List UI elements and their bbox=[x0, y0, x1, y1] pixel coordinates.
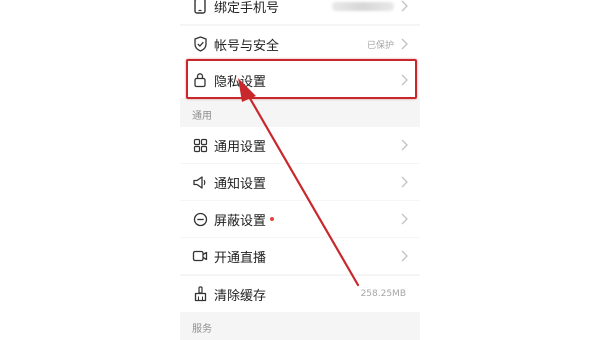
settings-screen: 绑定手机号 帐号与安全 已保护 隐私设置 通用 通用设置 通知设置 屏蔽设置 开… bbox=[180, 0, 420, 340]
chevron-right-icon bbox=[400, 175, 408, 189]
notification-dot bbox=[270, 217, 275, 221]
settings-item-label: 屏蔽设置 bbox=[214, 210, 275, 229]
settings-item-label-text: 屏蔽设置 bbox=[214, 213, 267, 229]
settings-item-label: 清除缓存 bbox=[214, 288, 267, 304]
shield-check-icon bbox=[191, 35, 209, 53]
settings-item-clear-cache[interactable]: 清除缓存 258.25MB bbox=[180, 276, 420, 312]
chevron-right-icon bbox=[400, 0, 408, 13]
section-header-general: 通用 bbox=[180, 100, 420, 128]
settings-item-value: 已保护 bbox=[366, 40, 394, 51]
speaker-icon bbox=[191, 173, 209, 191]
settings-item-live-stream[interactable]: 开通直播 bbox=[180, 238, 420, 274]
phone-number-obscured bbox=[332, 1, 394, 11]
settings-item-label: 绑定手机号 bbox=[214, 0, 280, 16]
settings-item-general[interactable]: 通用设置 bbox=[180, 127, 420, 163]
screenshot-page: 绑定手机号 帐号与安全 已保护 隐私设置 通用 通用设置 通知设置 屏蔽设置 开… bbox=[0, 0, 600, 340]
cache-size-value: 258.25MB bbox=[360, 289, 406, 299]
settings-item-label: 隐私设置 bbox=[214, 74, 267, 90]
settings-item-privacy[interactable]: 隐私设置 bbox=[180, 62, 420, 98]
settings-item-bind-phone[interactable]: 绑定手机号 bbox=[180, 0, 420, 24]
video-camera-icon bbox=[191, 247, 209, 265]
phone-icon bbox=[191, 0, 209, 15]
lock-icon bbox=[191, 71, 209, 89]
settings-item-label: 开通直播 bbox=[214, 250, 267, 266]
section-header-services: 服务 bbox=[180, 313, 420, 340]
block-icon bbox=[191, 210, 209, 228]
settings-item-label: 帐号与安全 bbox=[214, 38, 280, 54]
settings-item-block[interactable]: 屏蔽设置 bbox=[180, 201, 420, 237]
chevron-right-icon bbox=[400, 37, 408, 51]
chevron-right-icon bbox=[400, 138, 408, 152]
grid-icon bbox=[191, 136, 209, 154]
settings-item-notifications[interactable]: 通知设置 bbox=[180, 164, 420, 200]
broom-icon bbox=[191, 285, 209, 303]
settings-item-label: 通用设置 bbox=[214, 139, 267, 155]
settings-item-label: 通知设置 bbox=[214, 176, 267, 192]
chevron-right-icon bbox=[400, 73, 408, 87]
chevron-right-icon bbox=[400, 249, 408, 263]
chevron-right-icon bbox=[400, 212, 408, 226]
settings-item-account-security[interactable]: 帐号与安全 已保护 bbox=[180, 26, 420, 62]
